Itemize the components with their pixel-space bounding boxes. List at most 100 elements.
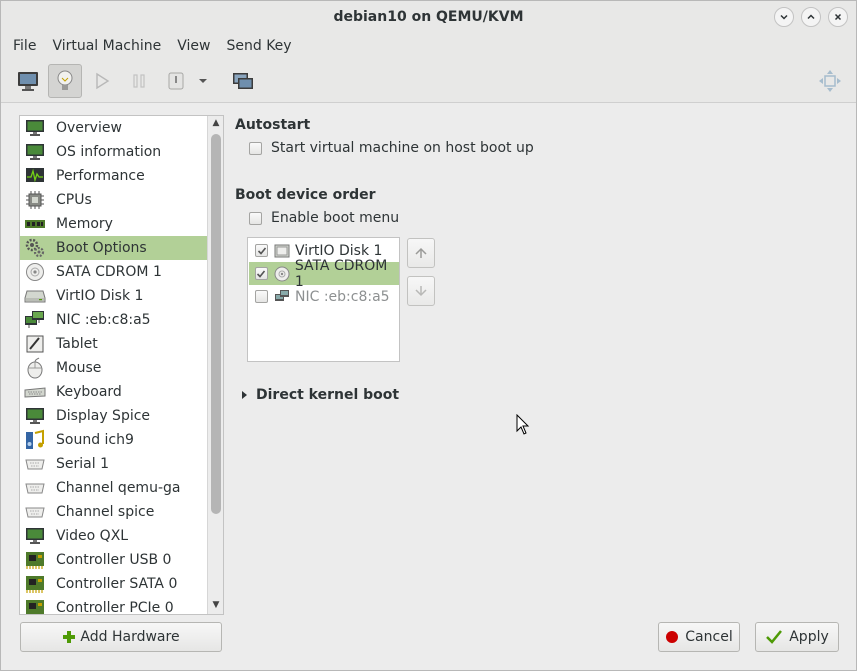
arrow-up-icon <box>415 247 427 258</box>
checkmark-icon <box>257 246 266 255</box>
title-bar[interactable]: debian10 on QEMU/KVM <box>1 1 856 33</box>
sidebar-item-memory[interactable]: Memory <box>20 212 208 236</box>
sidebar-item-label: Sound ich9 <box>56 432 134 448</box>
boot-device-checkbox[interactable] <box>255 267 268 280</box>
sidebar-item-label: Controller PCIe 0 <box>56 600 174 615</box>
sidebar-item-os-information[interactable]: OS information <box>20 140 208 164</box>
hardware-list[interactable]: Overview OS information Performance CPUs Mem… <box>19 115 224 615</box>
monitor-icon <box>24 405 46 427</box>
boot-device-label: NIC :eb:c8:a5 <box>295 288 390 305</box>
fullscreen-button[interactable] <box>813 64 847 98</box>
sidebar-item-mouse[interactable]: Mouse <box>20 356 208 380</box>
menu-view[interactable]: View <box>169 38 218 54</box>
plus-icon <box>63 631 76 643</box>
boot-device-list[interactable]: VirtIO Disk 1 SATA CDROM 1 NIC :eb:c8:a5 <box>247 237 400 362</box>
monitor-icon <box>24 525 46 547</box>
enable-boot-menu-row[interactable]: Enable boot menu <box>249 210 399 226</box>
cancel-button[interactable]: Cancel <box>658 622 740 652</box>
sidebar-item-label: OS information <box>56 144 162 160</box>
menu-virtual-machine[interactable]: Virtual Machine <box>44 38 169 54</box>
apply-button[interactable]: Apply <box>755 622 839 652</box>
sidebar-item-cpus[interactable]: CPUs <box>20 188 208 212</box>
autostart-checkbox-label[interactable]: Start virtual machine on host boot up <box>271 140 534 156</box>
sidebar-item-label: Boot Options <box>56 240 147 256</box>
sidebar-item-serial-1[interactable]: Serial 1 <box>20 452 208 476</box>
sidebar-item-label: Keyboard <box>56 384 122 400</box>
sidebar-item-label: Serial 1 <box>56 456 109 472</box>
sidebar-item-label: NIC :eb:c8:a5 <box>56 312 151 328</box>
direct-kernel-boot-label[interactable]: Direct kernel boot <box>256 387 399 403</box>
minimize-button[interactable] <box>774 7 794 27</box>
close-icon <box>834 13 842 21</box>
maximize-button[interactable] <box>801 7 821 27</box>
close-button[interactable] <box>828 7 848 27</box>
scroll-down-arrow[interactable]: ▼ <box>208 598 223 612</box>
snapshots-button[interactable] <box>226 64 260 98</box>
sidebar-item-performance[interactable]: Performance <box>20 164 208 188</box>
controller-icon <box>24 573 46 595</box>
direct-kernel-boot-expander[interactable]: Direct kernel boot <box>240 387 399 403</box>
sidebar-item-controller-usb-0[interactable]: Controller USB 0 <box>20 548 208 572</box>
sidebar-item-display-spice[interactable]: Display Spice <box>20 404 208 428</box>
window-title: debian10 on QEMU/KVM <box>333 9 524 25</box>
sidebar-item-boot-options[interactable]: Boot Options <box>20 236 208 260</box>
menu-file[interactable]: File <box>5 38 44 54</box>
sidebar-item-nic-eb-c8-a5[interactable]: NIC :eb:c8:a5 <box>20 308 208 332</box>
sidebar-item-tablet[interactable]: Tablet <box>20 332 208 356</box>
sidebar-item-label: VirtIO Disk 1 <box>56 288 144 304</box>
sidebar-item-overview[interactable]: Overview <box>20 116 208 140</box>
pause-icon <box>133 74 145 88</box>
sidebar-item-controller-sata-0[interactable]: Controller SATA 0 <box>20 572 208 596</box>
checkmark-icon <box>766 630 783 644</box>
sidebar-item-channel-spice[interactable]: Channel spice <box>20 500 208 524</box>
boot-device-row[interactable]: NIC :eb:c8:a5 <box>249 285 399 308</box>
sidebar-item-label: SATA CDROM 1 <box>56 264 162 280</box>
monitor-icon <box>24 141 46 163</box>
details-view-button[interactable] <box>48 64 82 98</box>
run-button[interactable] <box>85 64 119 98</box>
console-view-button[interactable] <box>11 64 45 98</box>
autostart-checkbox[interactable] <box>249 141 262 155</box>
add-hardware-button[interactable]: Add Hardware <box>20 622 222 652</box>
autostart-heading: Autostart <box>235 117 311 133</box>
sidebar-item-label: Channel qemu-ga <box>56 480 181 496</box>
menu-bar: File Virtual Machine View Send Key <box>1 33 856 59</box>
sidebar-item-label: Video QXL <box>56 528 129 544</box>
disk-icon <box>274 243 290 259</box>
sidebar-item-sata-cdrom-1[interactable]: SATA CDROM 1 <box>20 260 208 284</box>
enable-boot-menu-label[interactable]: Enable boot menu <box>271 210 399 226</box>
menu-send-key[interactable]: Send Key <box>218 38 299 54</box>
sidebar-item-label: Controller SATA 0 <box>56 576 178 592</box>
boot-device-checkbox[interactable] <box>255 290 268 303</box>
network-icon <box>24 309 46 331</box>
move-down-button[interactable] <box>407 276 435 306</box>
scroll-thumb[interactable] <box>211 134 221 514</box>
sidebar-item-label: CPUs <box>56 192 92 208</box>
sidebar-item-video-qxl[interactable]: Video QXL <box>20 524 208 548</box>
sidebar-item-label: Display Spice <box>56 408 151 424</box>
scroll-up-arrow[interactable]: ▲ <box>208 116 223 130</box>
add-hardware-label: Add Hardware <box>80 629 180 645</box>
sidebar-item-keyboard[interactable]: Keyboard <box>20 380 208 404</box>
lightbulb-icon <box>57 70 73 90</box>
toolbar <box>1 59 856 103</box>
move-up-button[interactable] <box>407 238 435 268</box>
monitor-icon <box>24 117 46 139</box>
shutdown-menu-button[interactable] <box>193 64 213 98</box>
autostart-checkbox-row[interactable]: Start virtual machine on host boot up <box>249 140 534 156</box>
boot-device-checkbox[interactable] <box>255 244 268 257</box>
sidebar-item-virtio-disk-1[interactable]: VirtIO Disk 1 <box>20 284 208 308</box>
sidebar-item-sound-ich9[interactable]: Sound ich9 <box>20 428 208 452</box>
mouse-pointer-icon <box>516 414 530 435</box>
shutdown-button[interactable] <box>159 64 193 98</box>
screens-icon <box>233 73 253 89</box>
enable-boot-menu-checkbox[interactable] <box>249 211 262 225</box>
hardware-list-scrollbar[interactable]: ▲ ▼ <box>207 116 223 614</box>
play-icon <box>96 72 110 90</box>
sidebar-item-channel-qemu-ga[interactable]: Channel qemu-ga <box>20 476 208 500</box>
boot-device-row[interactable]: SATA CDROM 1 <box>249 258 399 290</box>
disk-icon <box>24 285 46 307</box>
sidebar-item-controller-pcie-0[interactable]: Controller PCIe 0 <box>20 596 208 615</box>
power-icon <box>168 72 184 90</box>
pause-button[interactable] <box>122 64 156 98</box>
